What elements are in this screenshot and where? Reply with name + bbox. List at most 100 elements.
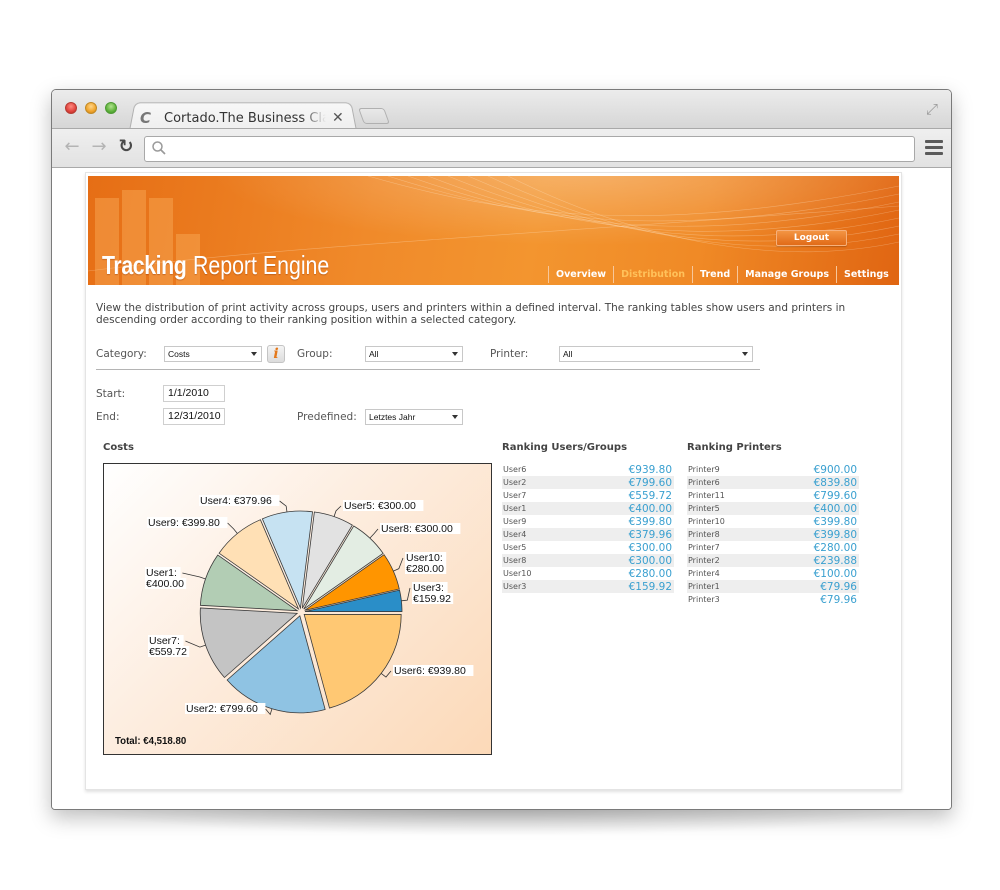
ranking-printer-name: Printer1 (688, 582, 720, 591)
ranking-printer-row: Printer7 €280.00 (687, 541, 859, 554)
ranking-user-row: User10 €280.00 (502, 567, 674, 580)
chart-total: Total: €4,518.80 (115, 735, 187, 747)
ranking-user-value: €399.80 (628, 515, 672, 528)
ranking-user-value: €799.60 (628, 476, 672, 489)
category-label: Category: (96, 348, 147, 360)
zoom-window-button[interactable] (105, 102, 117, 114)
group-label: Group: (297, 348, 333, 360)
nav-manage-groups[interactable]: Manage Groups (737, 266, 836, 283)
brand-light: Report Engine (192, 250, 330, 280)
ranking-users-title: Ranking Users/Groups (502, 442, 628, 453)
pie-chart-svg: User6: €939.80User2: €799.60User7:€559.7… (145, 495, 474, 716)
end-date-input[interactable]: 12/31/2010 (163, 408, 225, 425)
ranking-printer-value: €839.80 (813, 476, 857, 489)
ranking-printers-title: Ranking Printers (687, 442, 782, 453)
nav-trend[interactable]: Trend (692, 266, 737, 283)
predefined-value: Letztes Jahr (369, 412, 416, 422)
ranking-user-name: User3 (503, 582, 527, 591)
intro-text: View the distribution of print activity … (96, 302, 846, 326)
ranking-printer-row: Printer5 €400.00 (687, 502, 859, 515)
logout-button[interactable]: Logout (776, 230, 847, 246)
report-page: Tracking Report Engine Logout Overview Di… (85, 172, 902, 790)
printer-select[interactable]: All (559, 346, 753, 362)
start-label: Start: (96, 388, 126, 400)
ranking-users-table: User6 €939.80 User2 €799.60 User7 €559.72 User… (502, 463, 674, 593)
pie-label-user9: User9: €399.80 (148, 517, 220, 529)
nav-settings[interactable]: Settings (835, 266, 896, 283)
predefined-select[interactable]: Letztes Jahr (365, 409, 463, 425)
ranking-user-value: €400.00 (628, 502, 672, 515)
ranking-user-row: User6 €939.80 (502, 463, 674, 476)
category-select[interactable]: Costs (164, 346, 262, 362)
end-label: End: (96, 411, 120, 423)
predefined-label: Predefined: (297, 411, 357, 423)
leader-line (279, 500, 288, 513)
info-icon[interactable]: i (267, 345, 285, 363)
address-bar[interactable] (144, 136, 915, 162)
ranking-user-value: €280.00 (628, 567, 672, 580)
tab-close-icon[interactable]: ✕ (332, 110, 344, 126)
pie-label-user6: User6: €939.80 (394, 665, 466, 677)
menu-icon[interactable] (925, 140, 943, 156)
pie-label-user2: User2: €799.60 (186, 703, 258, 715)
group-value: All (369, 349, 379, 359)
ranking-user-row: User5 €300.00 (502, 541, 674, 554)
ranking-user-value: €159.92 (628, 580, 672, 593)
forward-arrow-icon[interactable]: → (89, 137, 109, 157)
ranking-user-row: User1 €400.00 (502, 502, 674, 515)
chevron-down-icon (452, 352, 458, 356)
ranking-user-value: €300.00 (628, 541, 672, 554)
ranking-user-name: User8 (503, 556, 527, 565)
fullscreen-icon[interactable]: ⤢ (923, 100, 941, 118)
pie-label-user3: €159.92 (413, 593, 451, 605)
leader-line (369, 528, 379, 539)
back-arrow-icon[interactable]: ← (62, 137, 82, 157)
search-icon (152, 141, 166, 155)
ranking-printer-value: €399.80 (813, 515, 857, 528)
favicon-icon: C (140, 109, 152, 127)
ranking-printer-name: Printer7 (688, 543, 720, 552)
pie-chart: User6: €939.80 User2: €799.60 User7: €559.7… (103, 463, 492, 755)
ranking-printer-value: €79.96 (820, 593, 857, 606)
start-date-input[interactable]: 1/1/2010 (163, 385, 225, 402)
ranking-printer-value: €399.80 (813, 528, 857, 541)
brand-bold: Tracking (102, 250, 187, 280)
nav-distribution[interactable]: Distribution (613, 266, 692, 283)
tab-content[interactable]: C Cortado.The Business Class ✕ (140, 107, 350, 129)
ranking-printer-value: €280.00 (813, 541, 857, 554)
ranking-printer-name: Printer8 (688, 530, 720, 539)
filter-divider (96, 369, 760, 370)
close-window-button[interactable] (65, 102, 77, 114)
ranking-user-row: User8 €300.00 (502, 554, 674, 567)
minimize-window-button[interactable] (85, 102, 97, 114)
ranking-printer-name: Printer3 (688, 595, 720, 604)
title-bar: C Cortado.The Business Class ✕ ⤢ (52, 90, 951, 130)
ranking-printer-value: €239.88 (813, 554, 857, 567)
leader-line (265, 708, 273, 716)
main-nav: Overview Distribution Trend Manage Group… (548, 266, 896, 283)
group-select[interactable]: All (365, 346, 463, 362)
leader-line (401, 587, 411, 602)
ranking-printer-row: Printer8 €399.80 (687, 528, 859, 541)
chart-title: Costs (103, 442, 134, 453)
ranking-printer-row: Printer2 €239.88 (687, 554, 859, 567)
ranking-printer-row: Printer10 €399.80 (687, 515, 859, 528)
printer-value: All (563, 349, 573, 359)
pie-label-user4: User4: €379.96 (200, 495, 272, 507)
chevron-down-icon (251, 352, 257, 356)
reload-icon[interactable]: ↻ (116, 137, 136, 157)
ranking-printer-name: Printer6 (688, 478, 720, 487)
ranking-user-value: €559.72 (628, 489, 672, 502)
ranking-printer-row: Printer6 €839.80 (687, 476, 859, 489)
leader-line (393, 557, 404, 572)
new-tab-button[interactable] (358, 108, 390, 124)
ranking-user-name: User4 (503, 530, 527, 539)
ranking-printer-value: €900.00 (813, 463, 857, 476)
ranking-printer-row: Printer3 €79.96 (687, 593, 859, 606)
ranking-printers-table: Printer9 €900.00 Printer6 €839.80 Printer11 €… (687, 463, 859, 606)
page-viewport: Tracking Report Engine Logout Overview Di… (52, 169, 951, 809)
nav-overview[interactable]: Overview (548, 266, 613, 283)
app-logo: Tracking Report Engine (102, 250, 329, 281)
ranking-printer-name: Printer9 (688, 465, 720, 474)
leader-line (227, 522, 238, 534)
